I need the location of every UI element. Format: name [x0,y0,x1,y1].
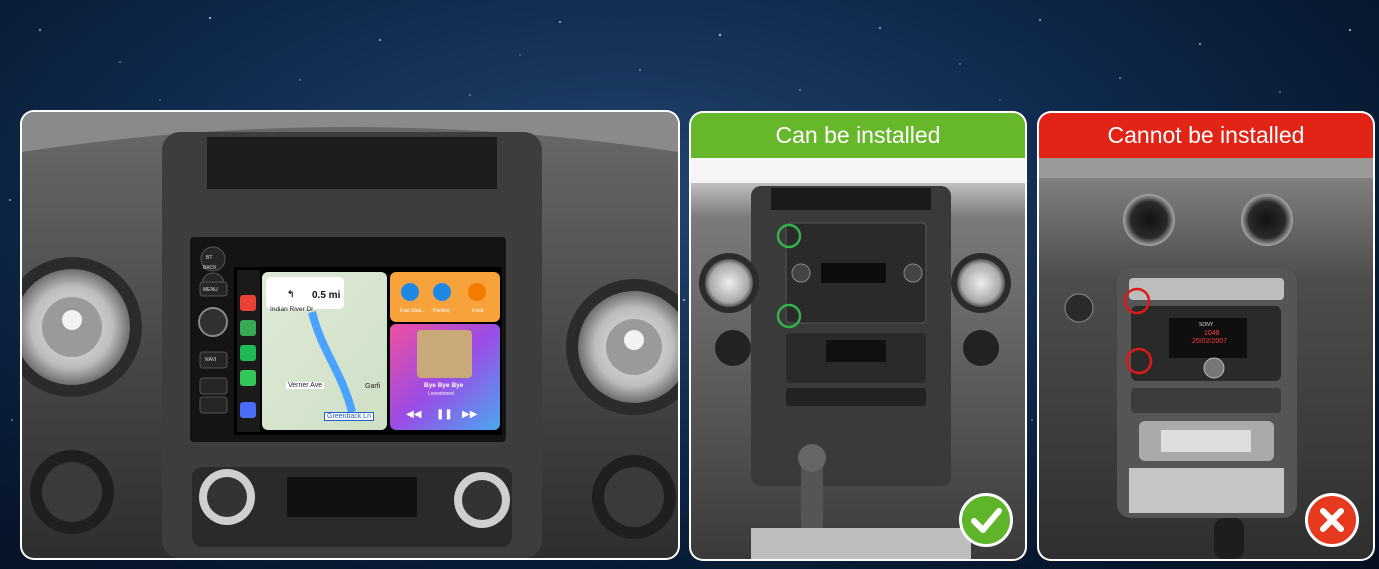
cannot-install-header: Cannot be installed [1039,113,1373,158]
unit-button-label: BT [206,255,213,261]
can-install-header: Can be installed [691,113,1025,158]
x-icon [1305,493,1359,547]
map-label: Garfi [365,383,381,390]
unit-button-label: NAVI [205,357,217,363]
pause-icon: ❚❚ [436,409,453,420]
unit-button-label: BACK [203,265,217,271]
app-label: Fuel Stati... [400,308,426,314]
map-label: Verner Ave [286,382,325,389]
radio-display-time: 1048 [1204,330,1220,337]
starfield-background: 4:23 ↰ 0.5 mi Indian River Dr Verner Ave… [0,0,1379,569]
cannot-install-panel: Cannot be installed SONY 1048 20/02/2007 [1039,113,1373,559]
radio-display-date: 20/02/2007 [1192,338,1228,345]
unit-button-label: MENU [203,287,218,293]
rewind-icon: ◀◀ [406,409,422,420]
checkmark-icon [959,493,1013,547]
map-label: Greenback Ln [324,412,374,421]
dashboard-with-head-unit-photo [22,112,678,558]
song-artist: Lovestoned [428,391,454,397]
can-install-panel: Can be installed [691,113,1025,559]
nav-distance: 0.5 mi [312,290,341,301]
app-label: Food [472,308,484,314]
status-time: 4:23 [268,278,282,285]
app-label: Parking [433,308,450,314]
nav-street: Indian River Dr [270,306,314,313]
song-title: Bye Bye Bye [424,382,464,389]
product-photo-panel: 4:23 ↰ 0.5 mi Indian River Dr Verner Ave… [22,112,678,558]
radio-brand: SONY [1199,322,1214,328]
turn-arrow-icon: ↰ [287,289,295,299]
fast-forward-icon: ▶▶ [462,409,478,420]
